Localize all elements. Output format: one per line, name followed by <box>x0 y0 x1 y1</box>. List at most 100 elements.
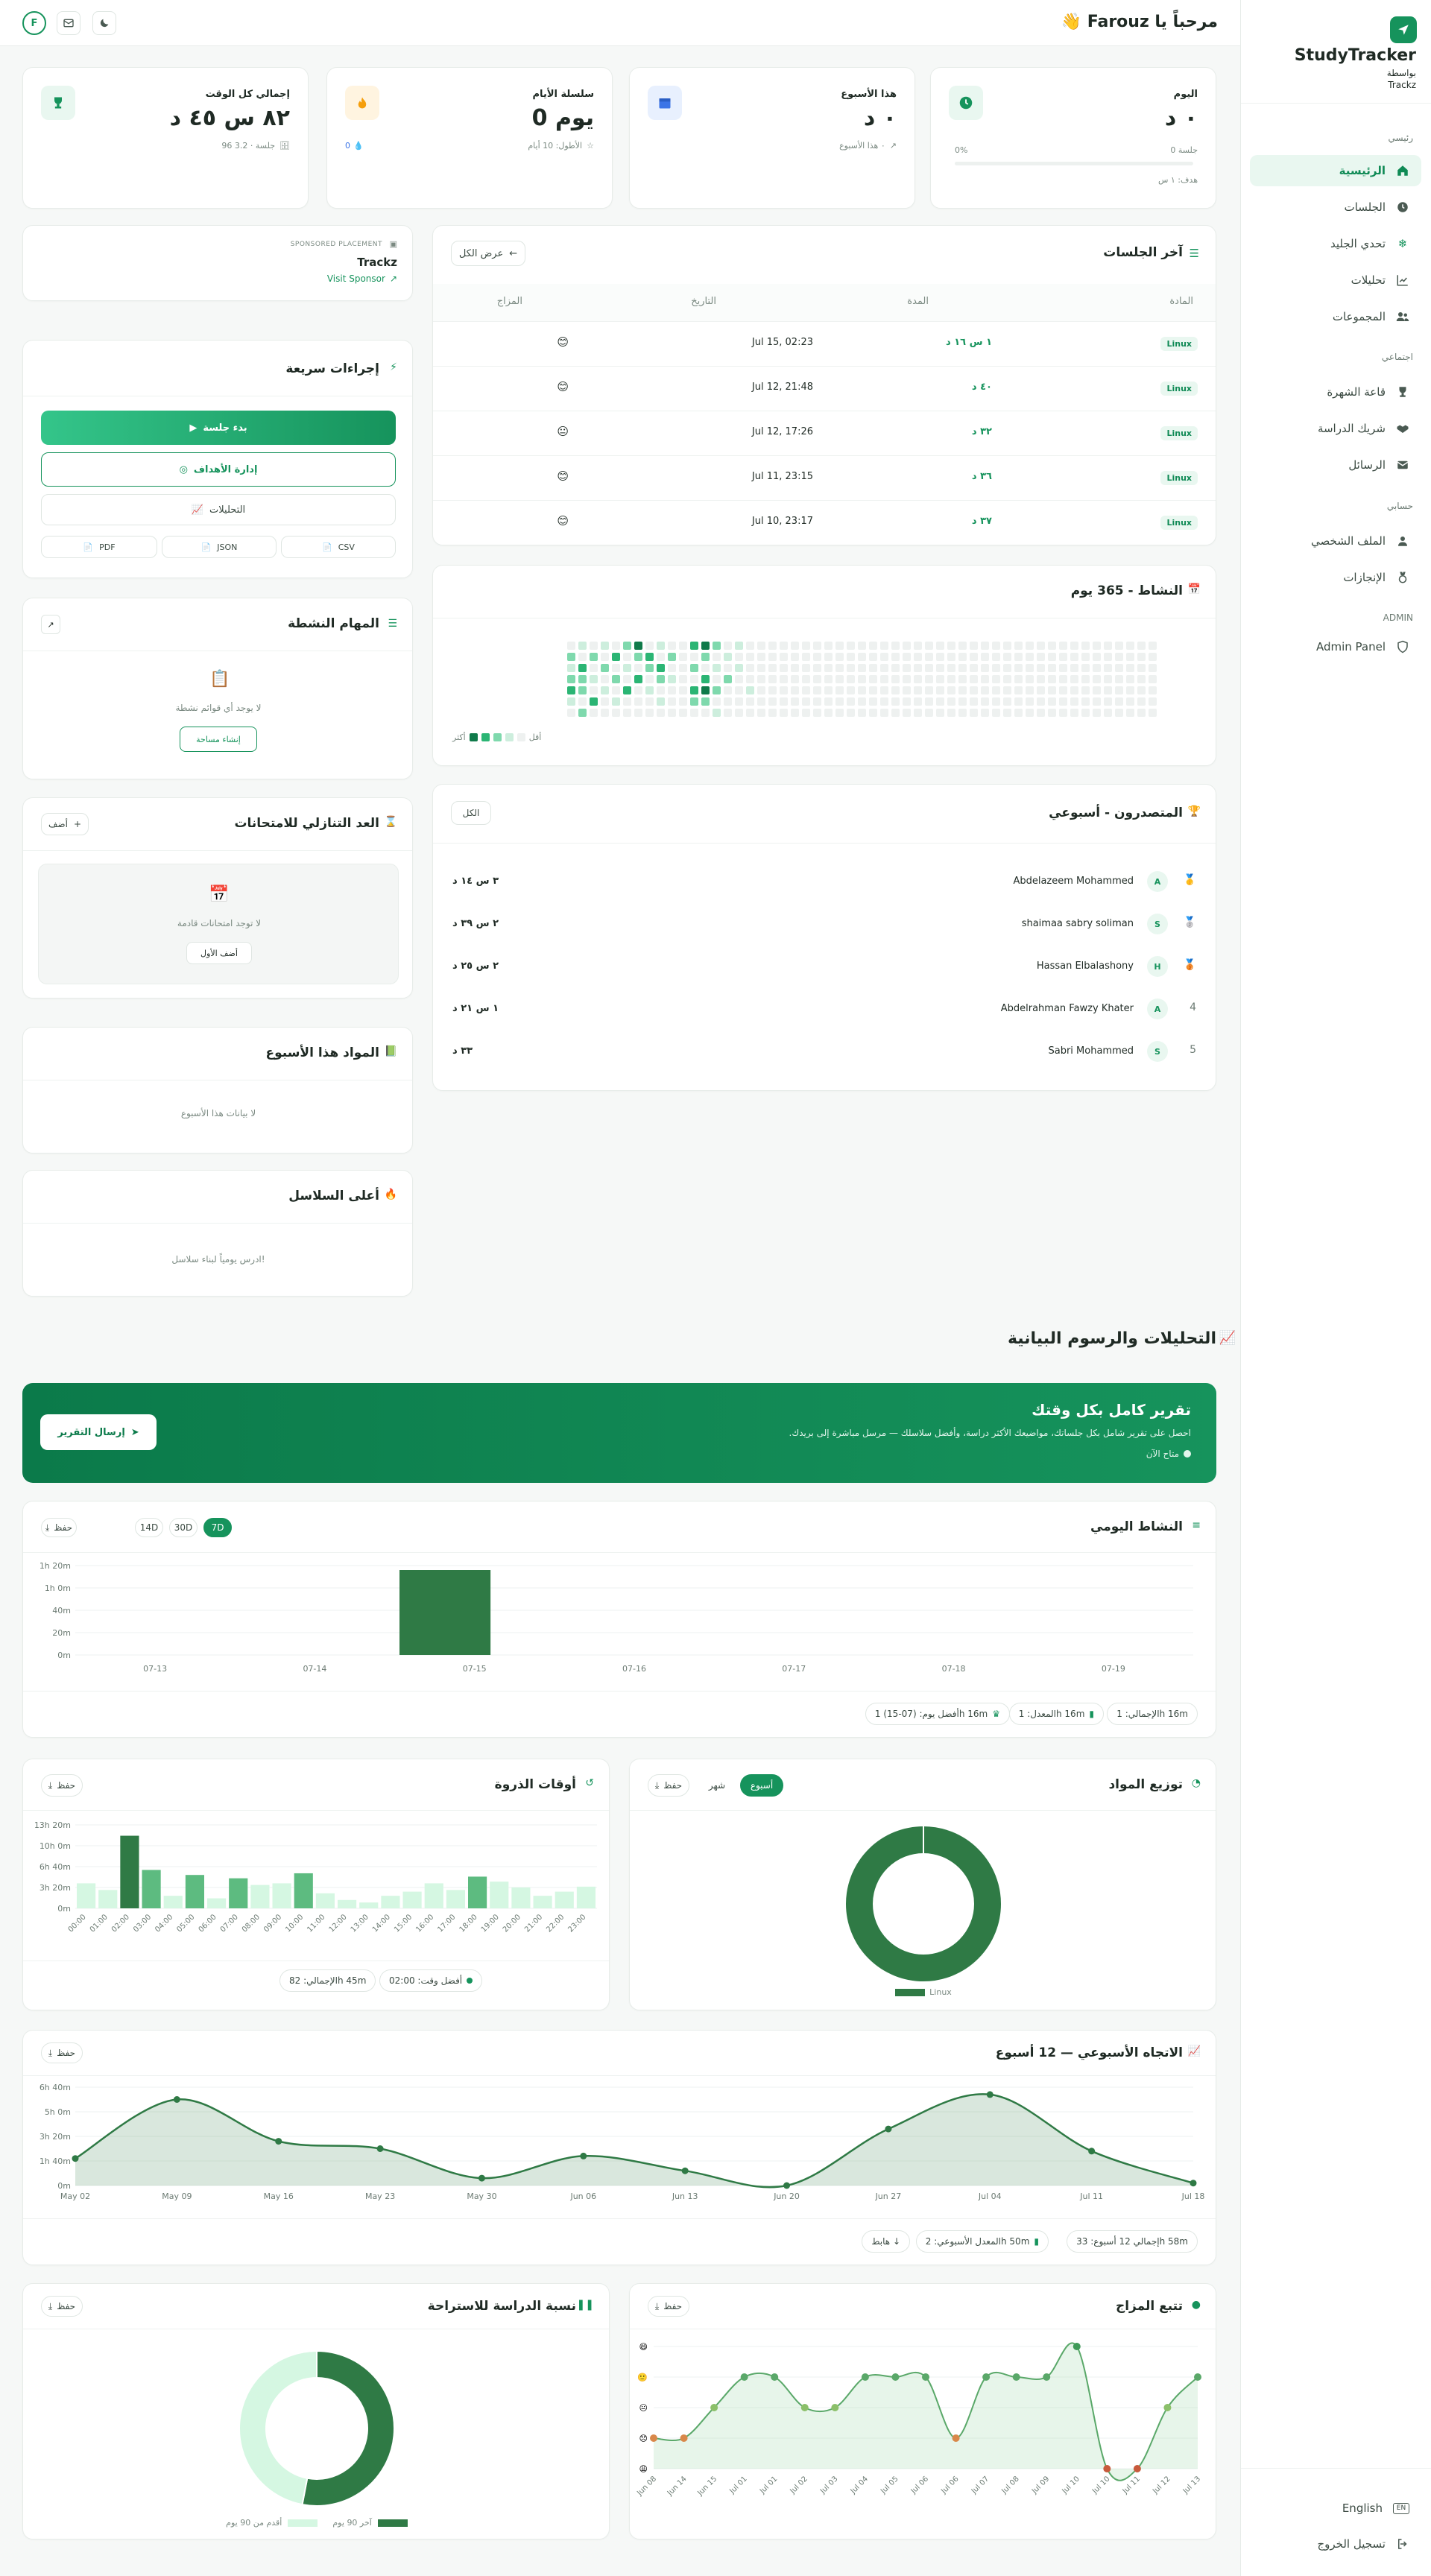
data-point[interactable] <box>800 2404 809 2411</box>
bar[interactable] <box>359 1902 379 1908</box>
open-external-button[interactable]: ↗ <box>41 615 60 634</box>
data-point[interactable] <box>1103 2465 1111 2472</box>
bar[interactable] <box>294 1873 313 1908</box>
save-chart-button[interactable]: ⤓ حفظ <box>41 1518 77 1537</box>
leader-row[interactable]: 4 A Abdelrahman Fawzy Khater ١ س ٢١ د <box>433 991 1216 1028</box>
sidebar-item-admin-panel[interactable]: Admin Panel <box>1250 631 1421 662</box>
bar[interactable] <box>77 1883 96 1908</box>
logout-button[interactable]: تسجيل الخروج <box>1250 2528 1421 2560</box>
bar[interactable] <box>229 1878 248 1908</box>
bar[interactable] <box>555 1891 574 1908</box>
data-point[interactable] <box>681 2167 689 2174</box>
data-point[interactable] <box>783 2182 791 2189</box>
data-point[interactable] <box>1073 2343 1081 2350</box>
data-point[interactable] <box>650 2434 657 2442</box>
bar[interactable] <box>402 1891 422 1908</box>
bar[interactable] <box>98 1890 118 1908</box>
sponsor-link[interactable]: Visit Sponsor ↗ <box>327 273 397 284</box>
data-point[interactable] <box>740 2373 748 2381</box>
add-exam-button[interactable]: أضف + <box>41 813 89 835</box>
leader-row[interactable]: 🥇 A Abdelazeem Mohammed ٣ س ١٤ د <box>433 864 1216 901</box>
table-row[interactable]: Linux ٣٧ د Jul 10, 23:17 😊 <box>433 500 1216 545</box>
bar[interactable] <box>338 1899 357 1908</box>
pie-slice[interactable] <box>238 2349 318 2506</box>
data-point[interactable] <box>1043 2373 1051 2381</box>
bar[interactable] <box>533 1896 552 1908</box>
sidebar-item-messages[interactable]: الرسائل <box>1250 449 1421 481</box>
save-chart-button[interactable]: ⤓ حفظ <box>648 2296 689 2317</box>
sidebar-item-analytics[interactable]: تحليلات <box>1250 265 1421 296</box>
export-pdf-button[interactable]: 📄 PDF <box>41 536 157 558</box>
bar[interactable] <box>468 1876 487 1908</box>
bar[interactable] <box>120 1835 139 1908</box>
data-point[interactable] <box>1163 2404 1172 2411</box>
bar[interactable] <box>142 1870 161 1908</box>
tab-7d[interactable]: 7D <box>203 1518 232 1537</box>
table-row[interactable]: Linux ٣٦ د Jul 11, 23:15 😊 <box>433 455 1216 500</box>
manage-goals-button[interactable]: ◎ إدارة الأهداف <box>41 452 396 487</box>
bar[interactable] <box>207 1898 227 1908</box>
leader-row[interactable]: 5 S Sabri Mohammed ٣٣ د <box>433 1034 1216 1071</box>
data-point[interactable] <box>1190 2180 1197 2187</box>
pie-slice[interactable] <box>846 1826 1001 1981</box>
data-point[interactable] <box>72 2155 79 2162</box>
data-point[interactable] <box>891 2373 900 2381</box>
data-point[interactable] <box>478 2174 485 2182</box>
bar[interactable] <box>163 1896 183 1908</box>
tab-week[interactable]: أسبوع <box>740 1774 783 1797</box>
bar[interactable] <box>399 1570 491 1655</box>
language-toggle[interactable]: English EN <box>1250 2493 1421 2524</box>
data-point[interactable] <box>680 2434 688 2442</box>
bar[interactable] <box>272 1883 291 1908</box>
sidebar-item-hall-of-fame[interactable]: قاعة الشهرة <box>1250 376 1421 408</box>
data-point[interactable] <box>275 2138 282 2145</box>
sidebar-item-study-partner[interactable]: شريك الدراسة <box>1250 413 1421 444</box>
bar[interactable] <box>576 1886 596 1908</box>
bar[interactable] <box>511 1887 531 1908</box>
data-point[interactable] <box>1088 2148 1096 2155</box>
save-chart-button[interactable]: ⤓ حفظ <box>41 2296 83 2317</box>
data-point[interactable] <box>376 2145 384 2152</box>
data-point[interactable] <box>580 2152 587 2159</box>
export-csv-button[interactable]: 📄 CSV <box>281 536 396 558</box>
tab-month[interactable]: شهر <box>698 1774 736 1797</box>
leader-row[interactable]: 🥉 H Hassan Elbalashony ٢ س ٢٥ د <box>433 949 1216 986</box>
mail-button[interactable] <box>57 11 80 35</box>
sidebar-item-home[interactable]: الرئيسية <box>1250 155 1421 186</box>
data-point[interactable] <box>1133 2465 1141 2472</box>
data-point[interactable] <box>1012 2373 1020 2381</box>
data-point[interactable] <box>710 2404 718 2411</box>
save-chart-button[interactable]: ⤓ حفظ <box>648 1774 689 1797</box>
data-point[interactable] <box>771 2373 779 2381</box>
leader-row[interactable]: 🥈 Sshaimaa sabry soliman ٢ س ٣٩ د <box>433 906 1216 943</box>
avatar[interactable]: F <box>22 11 46 35</box>
add-first-exam-button[interactable]: أضف الأول <box>186 942 252 964</box>
sidebar-item-achievements[interactable]: الإنجازات <box>1250 562 1421 593</box>
data-point[interactable] <box>173 2096 180 2103</box>
view-all-leaders-button[interactable]: الكل <box>451 801 491 825</box>
data-point[interactable] <box>982 2373 991 2381</box>
sidebar-item-profile[interactable]: الملف الشخصي <box>1250 525 1421 557</box>
data-point[interactable] <box>1194 2373 1201 2381</box>
start-session-button[interactable]: ▶ بدء جلسة <box>41 411 396 445</box>
table-row[interactable]: Linux ٣٢ د Jul 12, 17:26 😐 <box>433 411 1216 455</box>
save-chart-button[interactable]: ⤓ حفظ <box>41 2042 83 2063</box>
view-all-button[interactable]: عرض الكل ← <box>451 241 525 266</box>
data-point[interactable] <box>885 2125 892 2133</box>
bar[interactable] <box>315 1893 335 1908</box>
create-space-button[interactable]: إنشاء مساحة <box>180 727 257 752</box>
table-row[interactable]: Linux ٤٠ د Jul 12, 21:48 😊 <box>433 366 1216 411</box>
brand-logo[interactable] <box>1390 16 1417 43</box>
bar[interactable] <box>490 1882 509 1908</box>
bar[interactable] <box>250 1884 270 1908</box>
sidebar-item-groups[interactable]: المجموعات <box>1250 301 1421 332</box>
data-point[interactable] <box>922 2373 929 2381</box>
table-row[interactable]: Linux ١ س ١٦ د Jul 15, 02:23 😊 <box>433 321 1216 366</box>
bar[interactable] <box>424 1883 443 1908</box>
bar[interactable] <box>381 1896 400 1908</box>
tab-14d[interactable]: 14D <box>135 1518 163 1537</box>
save-chart-button[interactable]: ⤓ حفظ <box>41 1774 83 1797</box>
data-point[interactable] <box>952 2434 960 2442</box>
sidebar-item-sessions[interactable]: الجلسات <box>1250 192 1421 223</box>
analytics-button[interactable]: 📈 التحليلات <box>41 494 396 525</box>
